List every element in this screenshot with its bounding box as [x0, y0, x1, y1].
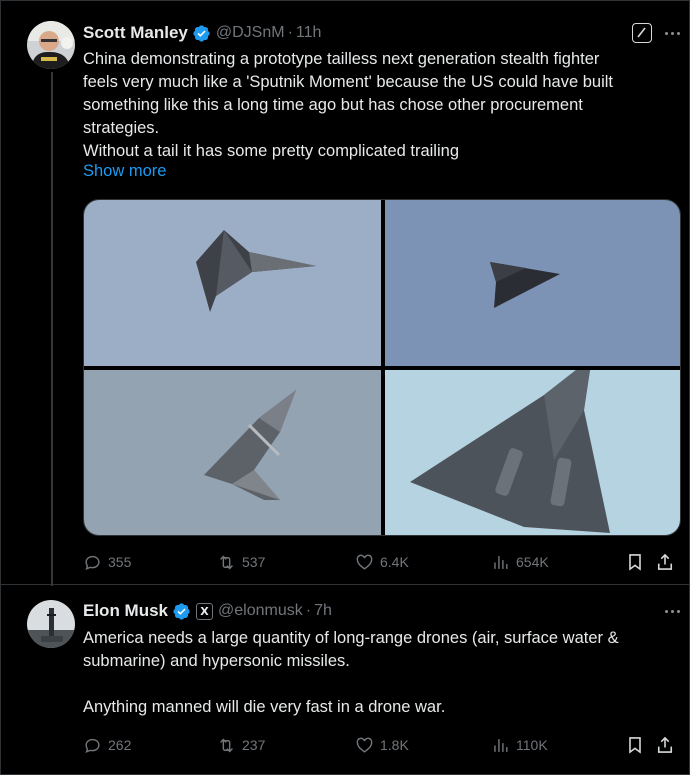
timestamp[interactable]: 7h: [314, 602, 332, 620]
tweet-elon-musk[interactable]: Elon Musk X @elonmusk · 7h America needs…: [0, 586, 690, 775]
photo-2[interactable]: [385, 200, 681, 366]
heart-icon: [356, 737, 373, 753]
reply-button[interactable]: 262: [83, 733, 131, 757]
reply-count: 355: [108, 554, 132, 570]
repost-icon: [220, 555, 233, 569]
timestamp[interactable]: 11h: [296, 24, 322, 42]
separator-dot: ·: [305, 602, 312, 619]
repost-button[interactable]: 237: [217, 733, 265, 757]
tweet-header: Elon Musk X @elonmusk · 7h: [83, 600, 332, 622]
tweet-text-line: Without a tail it has some pretty compli…: [83, 142, 459, 160]
tweet-header: Scott Manley @DJSnM · 11h: [83, 22, 321, 44]
separator-dot: ·: [287, 24, 293, 41]
share-icon[interactable]: [655, 552, 675, 572]
views-button[interactable]: 654K: [491, 550, 549, 574]
media-grid[interactable]: [83, 199, 681, 536]
reply-icon: [85, 555, 100, 570]
bookmark-icon[interactable]: [625, 552, 645, 572]
heart-icon: [356, 554, 373, 570]
tweet-text-line: China demonstrating a prototype tailless…: [83, 50, 600, 68]
author-handle[interactable]: @elonmusk: [218, 602, 303, 620]
author-name[interactable]: Elon Musk: [83, 601, 168, 621]
views-count: 654K: [516, 554, 549, 570]
show-more-link[interactable]: Show more: [83, 162, 166, 181]
tweet-actions: 262 237 1.8K 110K: [83, 733, 683, 757]
reply-button[interactable]: 355: [83, 550, 131, 574]
grok-explain-icon[interactable]: [632, 23, 652, 43]
like-count: 1.8K: [380, 737, 409, 753]
bookmark-icon[interactable]: [625, 735, 645, 755]
avatar[interactable]: [27, 21, 75, 69]
tweet-actions: 355 537 6.4K 654K: [83, 550, 683, 574]
tweet-text: America needs a large quantity of long-r…: [83, 627, 673, 719]
avatar[interactable]: [27, 600, 75, 648]
tweet-text: China demonstrating a prototype tailless…: [83, 48, 673, 163]
author-handle[interactable]: @DJSnM: [216, 24, 285, 42]
tweet-text-line: [83, 673, 673, 696]
repost-button[interactable]: 537: [217, 550, 265, 574]
affiliate-x-badge[interactable]: X: [196, 602, 214, 620]
repost-count: 237: [242, 737, 266, 753]
like-count: 6.4K: [380, 554, 409, 570]
share-icon[interactable]: [655, 735, 675, 755]
tweet-text-line: something like this a long time ago but …: [83, 96, 583, 114]
photo-3[interactable]: [84, 370, 381, 536]
more-options-icon[interactable]: [660, 601, 684, 621]
reply-icon: [85, 738, 100, 753]
tweet-scott-manley[interactable]: Scott Manley @DJSnM · 11h China demonstr…: [0, 0, 690, 586]
verified-badge-icon: [192, 24, 211, 43]
repost-count: 537: [242, 554, 266, 570]
photo-1[interactable]: [84, 200, 381, 366]
verified-badge-icon: [172, 602, 191, 621]
repost-icon: [220, 738, 233, 752]
views-count: 110K: [516, 737, 548, 753]
views-chart-icon: [494, 738, 508, 752]
tweet-text-line: America needs a large quantity of long-r…: [83, 629, 619, 647]
tweet-text-line: submarine) and hypersonic missiles.: [83, 652, 350, 670]
photo-4[interactable]: [385, 370, 681, 536]
thread-line: [51, 72, 53, 586]
views-chart-icon: [494, 555, 508, 569]
views-button[interactable]: 110K: [491, 733, 548, 757]
author-name[interactable]: Scott Manley: [83, 23, 188, 43]
like-button[interactable]: 1.8K: [355, 733, 409, 757]
more-options-icon[interactable]: [660, 23, 684, 43]
tweet-text-line: Anything manned will die very fast in a …: [83, 698, 446, 716]
tweet-text-line: feels very much like a 'Sputnik Moment' …: [83, 73, 613, 91]
like-button[interactable]: 6.4K: [355, 550, 409, 574]
tweet-text-line: strategies.: [83, 119, 160, 137]
reply-count: 262: [108, 737, 132, 753]
